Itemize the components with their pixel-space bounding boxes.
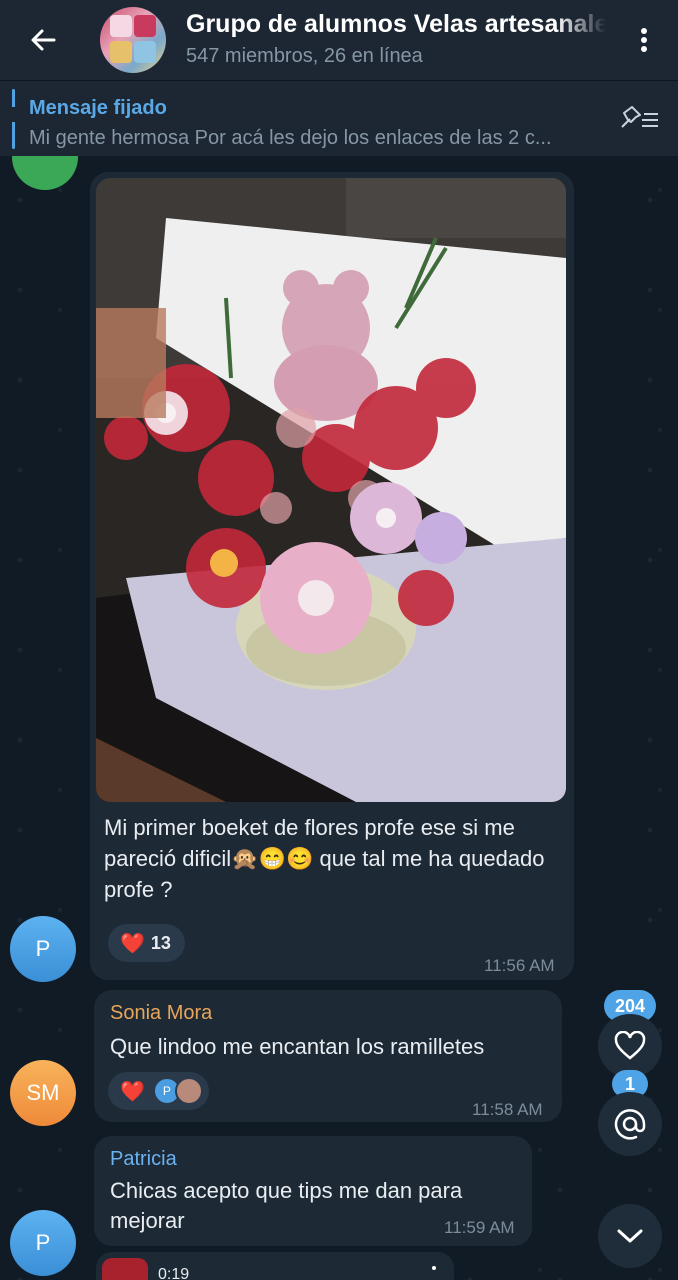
dot <box>641 37 647 43</box>
flower-bouquet-image <box>96 178 566 802</box>
heart-reaction-icon: ❤️ <box>120 1080 145 1103</box>
more-options-icon[interactable] <box>432 1266 436 1280</box>
reaction-chip[interactable]: ❤️ P <box>108 1072 209 1110</box>
dot <box>641 46 647 52</box>
avatar-initial: P <box>35 1230 51 1255</box>
avatar-initial: SM <box>26 1080 60 1105</box>
arrow-left-icon <box>31 29 56 51</box>
pinned-indicator <box>12 89 15 149</box>
heart-outline-icon <box>614 1031 646 1060</box>
avatar[interactable]: P <box>10 916 76 982</box>
sender-name[interactable]: Sonia Mora <box>110 1002 212 1025</box>
chevron-down-icon <box>617 1229 643 1243</box>
avatar[interactable]: P <box>10 1210 76 1276</box>
video-message-preview[interactable]: 0:19 <box>96 1252 454 1280</box>
group-member-count: 547 miembros, 26 en línea <box>186 45 423 67</box>
avatar[interactable]: SM <box>10 1060 76 1126</box>
message-caption: Mi primer boeket de flores profe ese si … <box>104 815 545 902</box>
pinned-text: Mi gente hermosa Por acá les dejo los en… <box>29 127 552 149</box>
avatar-initial: P <box>35 936 51 961</box>
reaction-count: 13 <box>150 932 171 953</box>
video-thumbnail <box>102 1258 148 1280</box>
more-options-button[interactable] <box>632 24 656 56</box>
heart-reaction-icon: ❤️ <box>120 932 145 955</box>
message-time: 11:56 AM <box>484 956 555 975</box>
video-duration: 0:19 <box>158 1266 190 1280</box>
text-message-bubble[interactable]: Sonia Mora Que lindoo me encantan los ra… <box>94 990 562 1122</box>
message-photo[interactable] <box>96 178 566 802</box>
sender-name[interactable]: Patricia <box>110 1148 177 1171</box>
back-button[interactable] <box>0 0 86 80</box>
pinned-message-bar[interactable]: Mensaje fijado Mi gente hermosa Por acá … <box>0 80 678 156</box>
group-avatar[interactable] <box>100 7 166 73</box>
chat-header: Grupo de alumnos Velas artesanales 547 m… <box>0 0 678 80</box>
unread-mentions-button[interactable] <box>598 1092 662 1156</box>
message-time: 11:58 AM <box>472 1100 543 1119</box>
group-title: Grupo de alumnos Velas artesanales <box>186 10 606 38</box>
message-text: Que lindoo me encantan los ramilletes <box>110 1034 485 1059</box>
dot <box>641 28 647 34</box>
chat-screen: Grupo de alumnos Velas artesanales 547 m… <box>0 0 678 1280</box>
reaction-chip[interactable]: ❤️ 13 <box>108 924 185 962</box>
scroll-down-button[interactable] <box>598 1204 662 1268</box>
message-time: 11:59 AM <box>444 1218 515 1237</box>
photo-message-bubble[interactable]: Mi primer boeket de flores profe ese si … <box>90 172 574 980</box>
pinned-label: Mensaje fijado <box>29 97 167 119</box>
reactor-avatar <box>174 1077 203 1105</box>
text-message-bubble[interactable]: Patricia Chicas acepto que tips me dan p… <box>94 1136 532 1246</box>
unread-reactions-button[interactable] <box>598 1014 662 1078</box>
pin-list-icon[interactable] <box>620 105 660 133</box>
at-sign-icon <box>614 1109 646 1140</box>
group-title-block[interactable]: Grupo de alumnos Velas artesanales 547 m… <box>186 10 606 68</box>
